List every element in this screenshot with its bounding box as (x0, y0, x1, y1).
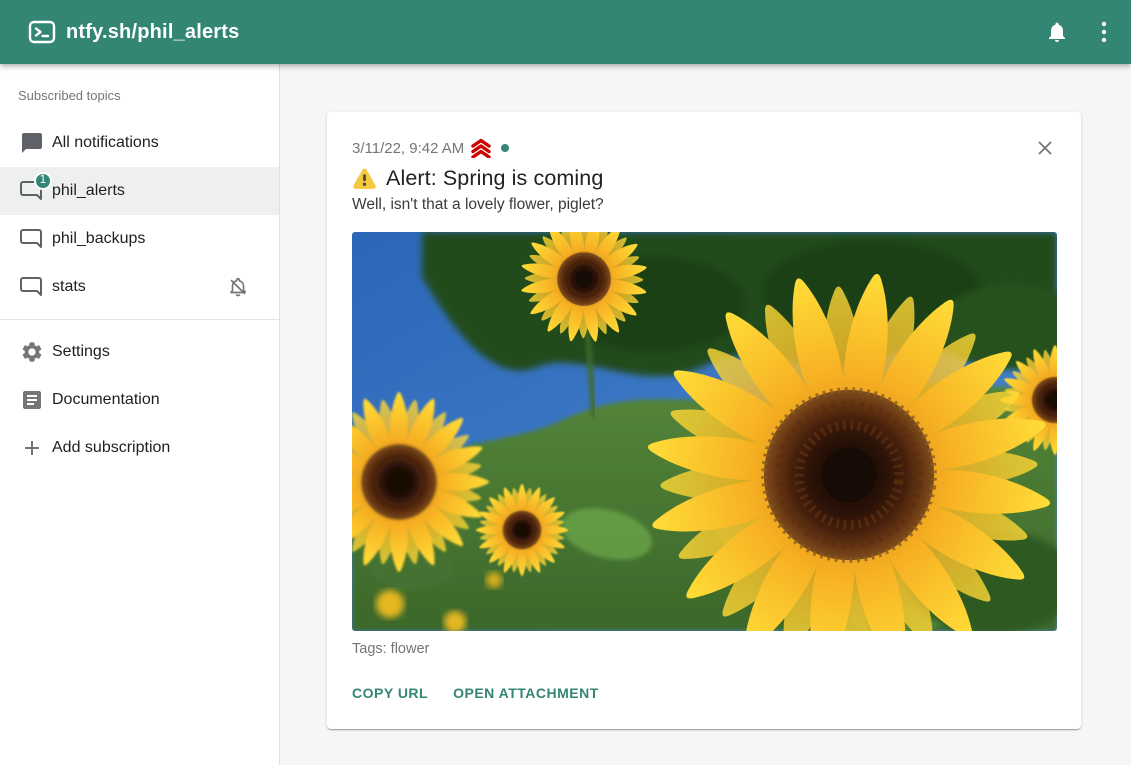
notification-tags: Tags: flower (352, 641, 1057, 661)
notification-body: Well, isn't that a lovely flower, piglet… (352, 196, 1057, 218)
notification-actions: COPY URL OPEN ATTACHMENT (352, 681, 1057, 705)
sidebar-item-label: All notifications (52, 134, 249, 152)
kebab-menu-icon (1099, 20, 1109, 44)
sidebar-item-settings[interactable]: Settings (0, 328, 279, 376)
main-content: 3/11/22, 9:42 AM Alert (281, 64, 1131, 765)
close-icon (1034, 137, 1056, 159)
sidebar-item-label: phil_backups (52, 230, 249, 248)
open-attachment-button[interactable]: OPEN ATTACHMENT (453, 685, 599, 701)
sidebar: Subscribed topics All notifications 1 ph… (0, 64, 280, 765)
terminal-logo-icon (28, 19, 56, 45)
notification-title: Alert: Spring is coming (386, 166, 603, 191)
sidebar-item-phil-alerts[interactable]: 1 phil_alerts (0, 167, 279, 215)
plus-icon (20, 436, 44, 460)
close-button[interactable] (1033, 136, 1057, 160)
app-bar: ntfy.sh/phil_alerts (0, 0, 1131, 64)
notification-title-row: Alert: Spring is coming (352, 162, 1057, 194)
page-title: ntfy.sh/phil_alerts (66, 21, 239, 44)
muted-bell-icon (227, 276, 249, 298)
chat-bubble-outline-icon: 1 (20, 179, 44, 203)
overflow-menu-button[interactable] (1099, 20, 1109, 44)
notifications-bell-button[interactable] (1045, 20, 1069, 44)
ntfy-app: ntfy.sh/phil_alerts Subscribed topics Al… (0, 0, 1131, 765)
sidebar-item-label: Documentation (52, 391, 249, 409)
subscribed-topics-label: Subscribed topics (0, 64, 279, 119)
sidebar-item-label: stats (52, 278, 227, 296)
chat-bubble-outline-icon (20, 227, 44, 251)
unread-count-badge: 1 (34, 172, 52, 190)
attachment-image[interactable] (352, 232, 1057, 631)
notification-timestamp: 3/11/22, 9:42 AM (352, 140, 464, 157)
sidebar-item-phil-backups[interactable]: phil_backups (0, 215, 279, 263)
sidebar-item-label: Settings (52, 343, 249, 361)
max-priority-icon (470, 138, 492, 158)
sidebar-item-all-notifications[interactable]: All notifications (0, 119, 279, 167)
warning-icon (352, 167, 377, 190)
document-icon (20, 388, 44, 412)
gear-icon (20, 340, 44, 364)
sidebar-item-stats[interactable]: stats (0, 263, 279, 311)
unread-dot (501, 144, 509, 152)
sidebar-divider (0, 319, 279, 320)
sidebar-item-documentation[interactable]: Documentation (0, 376, 279, 424)
chat-bubble-outline-icon (20, 275, 44, 299)
notification-meta-row: 3/11/22, 9:42 AM (352, 136, 1057, 160)
bell-icon (1045, 20, 1069, 44)
sidebar-item-label: Add subscription (52, 439, 249, 457)
notification-card: 3/11/22, 9:42 AM Alert (327, 112, 1081, 729)
sidebar-item-label: phil_alerts (52, 182, 249, 200)
sidebar-item-add-subscription[interactable]: Add subscription (0, 424, 279, 472)
chat-bubble-filled-icon (20, 131, 44, 155)
copy-url-button[interactable]: COPY URL (352, 685, 428, 701)
